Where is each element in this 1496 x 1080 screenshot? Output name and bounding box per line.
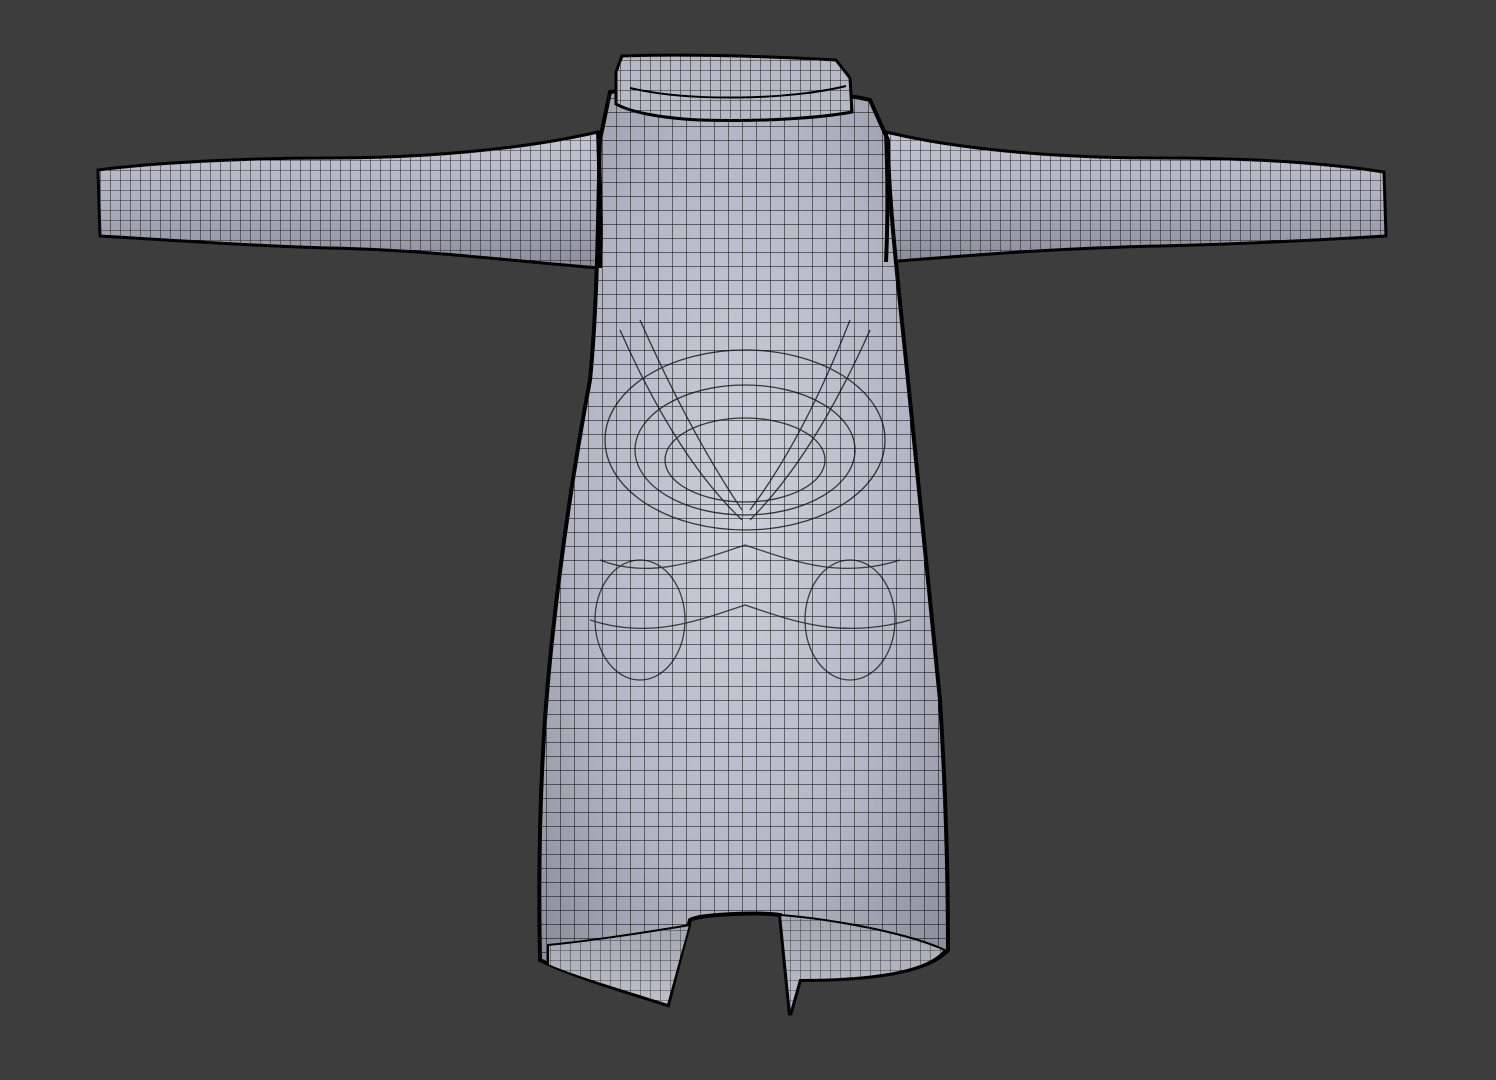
dress-right-sleeve[interactable] — [884, 130, 1388, 264]
dress-collar[interactable] — [614, 53, 854, 123]
viewport-canvas[interactable] — [0, 0, 1496, 1080]
dress-left-sleeve[interactable] — [96, 130, 602, 270]
3d-viewport[interactable] — [0, 0, 1496, 1080]
